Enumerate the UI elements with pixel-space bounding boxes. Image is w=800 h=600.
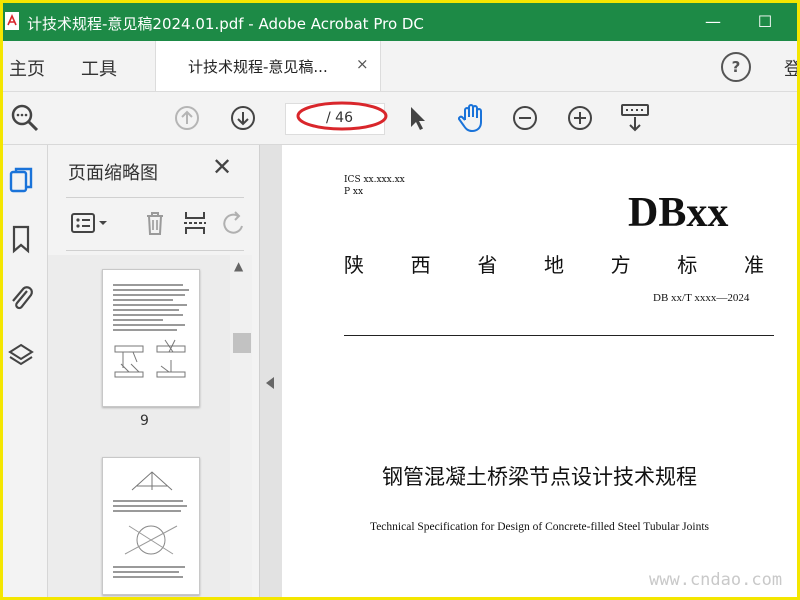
menu-home[interactable]: 主页 — [9, 55, 45, 81]
doc-divider — [344, 335, 774, 336]
document-page[interactable]: ICS xx.xxx.xx P xx DBxx 陕 西 省 地 方 标 准 DB… — [282, 145, 797, 597]
thumbnail-page-9[interactable] — [102, 269, 200, 407]
document-tab[interactable]: 计技术规程-意见稿... × — [155, 41, 381, 91]
sign-in-link[interactable]: 登 — [784, 55, 797, 81]
province-char: 省 — [477, 253, 498, 277]
province-char: 陕 — [344, 253, 364, 277]
page-thumbnails-icon[interactable] — [7, 165, 35, 197]
maximize-button[interactable]: ☐ — [745, 7, 785, 37]
watermark: www.cndao.com — [649, 570, 783, 590]
zoom-out-icon[interactable] — [507, 100, 543, 136]
page-down-icon[interactable] — [225, 100, 261, 136]
scroll-thumb[interactable] — [233, 333, 251, 353]
zoom-search-icon[interactable] — [7, 100, 43, 136]
insert-page-icon[interactable] — [180, 208, 210, 238]
menu-row: 主页 工具 计技术规程-意见稿... × ? 登 — [3, 41, 797, 92]
keyboard-scroll-icon[interactable] — [617, 100, 653, 136]
close-tab-button[interactable]: × — [356, 55, 369, 73]
panel-collapse-strip[interactable] — [259, 145, 282, 597]
help-button[interactable]: ? — [721, 52, 751, 82]
doc-title-en: Technical Specification for Design of Co… — [369, 521, 709, 533]
doc-db-logo: DBxx — [628, 190, 729, 236]
attachment-icon[interactable] — [7, 281, 35, 313]
province-char: 准 — [743, 253, 764, 277]
title-bar: 计技术规程-意见稿2024.01.pdf - Adobe Acrobat Pro… — [3, 3, 797, 41]
thumbnail-options-icon[interactable] — [70, 208, 112, 238]
delete-page-icon[interactable] — [140, 208, 170, 238]
rotate-page-icon[interactable] — [218, 208, 248, 238]
collapse-arrow-icon[interactable] — [266, 377, 274, 389]
toolbar: / 46 — [3, 92, 797, 145]
minimize-button[interactable]: — — [693, 7, 733, 37]
thumbnail-scrollbar[interactable]: ▲ — [230, 255, 252, 597]
close-panel-button[interactable]: ✕ — [212, 153, 232, 181]
doc-standard-number: DB xx/T xxxx—2024 — [653, 292, 750, 304]
doc-ics-code: ICS xx.xxx.xx — [344, 175, 405, 185]
app-window: 计技术规程-意见稿2024.01.pdf - Adobe Acrobat Pro… — [0, 0, 800, 600]
doc-p-code: P xx — [344, 187, 364, 197]
bookmark-icon[interactable] — [7, 223, 35, 255]
panel-toolbar — [66, 197, 244, 251]
scroll-up-icon[interactable]: ▲ — [234, 259, 243, 273]
thumbnail-page-10[interactable] — [102, 457, 200, 595]
thumbnail-label: 9 — [140, 413, 149, 429]
select-arrow-icon[interactable] — [399, 100, 435, 136]
document-tab-label: 计技术规程-意见稿... — [188, 58, 328, 76]
thumbnails-panel: 页面缩略图 ✕ 9 ▲ — [48, 145, 258, 597]
thumbnail-list: 9 — [48, 255, 240, 597]
province-char: 方 — [610, 253, 631, 277]
red-annotation-ellipse — [296, 101, 388, 131]
zoom-in-icon[interactable] — [562, 100, 598, 136]
doc-province-standard: 陕 西 省 地 方 标 准 — [344, 249, 764, 278]
hand-icon[interactable] — [453, 100, 489, 136]
window-title: 计技术规程-意见稿2024.01.pdf - Adobe Acrobat Pro… — [27, 15, 424, 33]
page-up-icon[interactable] — [169, 100, 205, 136]
province-char: 地 — [543, 253, 564, 277]
layers-icon[interactable] — [7, 339, 35, 371]
left-rail — [3, 145, 48, 597]
province-char: 标 — [677, 253, 698, 277]
acrobat-app-icon — [5, 12, 19, 30]
menu-tools[interactable]: 工具 — [81, 55, 117, 81]
doc-title-cn: 钢管混凝土桥梁节点设计技术规程 — [382, 465, 697, 489]
province-char: 西 — [410, 253, 431, 277]
panel-title: 页面缩略图 — [68, 163, 158, 184]
